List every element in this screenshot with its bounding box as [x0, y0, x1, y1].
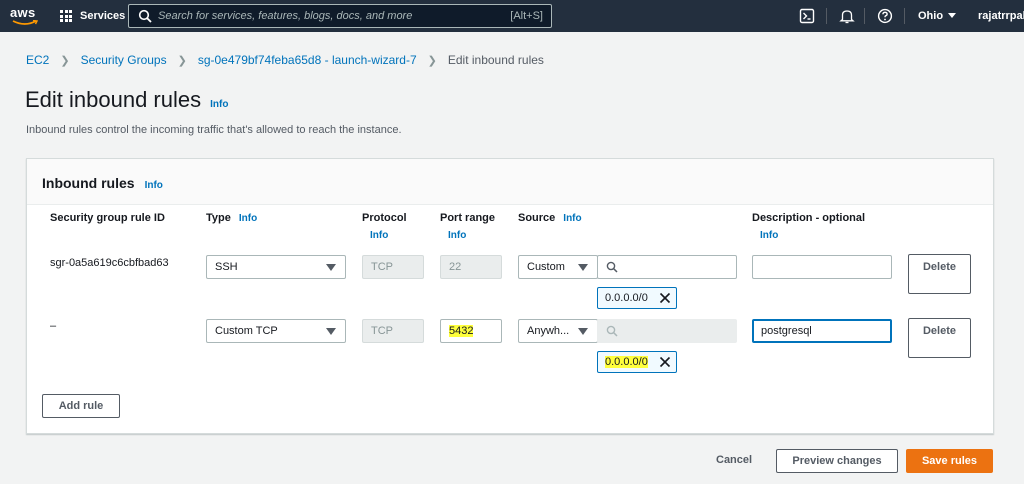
caret-down-icon	[578, 328, 588, 335]
page-title: Edit inbound rules	[25, 87, 202, 112]
chevron-right-icon: ❯	[60, 54, 70, 67]
cidr-token: 0.0.0.0/0	[597, 287, 677, 309]
port-range-info-link[interactable]: Info	[448, 230, 495, 241]
column-header-description-label: Description - optional	[752, 212, 866, 224]
cidr-search-input	[597, 319, 737, 343]
cidr-token-value: 0.0.0.0/0	[605, 356, 648, 368]
remove-token-icon[interactable]	[659, 292, 671, 304]
column-header-protocol-label: Protocol	[362, 212, 407, 224]
source-type-value: Anywh...	[527, 325, 570, 337]
aws-smile-icon	[12, 20, 38, 25]
preview-changes-button[interactable]: Preview changes	[776, 449, 898, 473]
source-type-select[interactable]: Anywh...	[518, 319, 598, 343]
type-select-value: Custom TCP	[215, 325, 278, 337]
source-type-select[interactable]: Custom	[518, 255, 598, 279]
panel-header: Inbound rules Info	[27, 159, 993, 205]
cloudshell-icon[interactable]	[799, 8, 815, 24]
cidr-token-value: 0.0.0.0/0	[605, 292, 648, 304]
column-header-source-label: Source	[518, 212, 556, 224]
breadcrumb-security-group[interactable]: sg-0e479bf74feba65d8 - launch-wizard-7	[198, 53, 417, 67]
chevron-right-icon: ❯	[177, 54, 187, 67]
breadcrumb-ec2[interactable]: EC2	[26, 53, 49, 67]
global-search-box[interactable]: [Alt+S]	[128, 4, 552, 28]
port-range-value: 22	[449, 261, 462, 273]
page-info-link[interactable]: Info	[210, 99, 228, 110]
caret-down-icon	[326, 264, 336, 271]
description-input[interactable]	[752, 255, 892, 279]
cancel-button[interactable]: Cancel	[716, 454, 752, 466]
port-range-input[interactable]: 5432	[440, 319, 502, 343]
remove-token-icon[interactable]	[659, 356, 671, 368]
description-info-link[interactable]: Info	[760, 230, 865, 241]
breadcrumb: EC2 ❯ Security Groups ❯ sg-0e479bf74feba…	[26, 53, 544, 67]
global-search-input[interactable]	[152, 5, 511, 27]
port-range-value: 5432	[449, 325, 474, 337]
aws-logo-text: aws	[10, 5, 36, 20]
delete-rule-button[interactable]: Delete	[908, 254, 971, 294]
type-select[interactable]: SSH	[206, 255, 346, 279]
inbound-rules-panel: Inbound rules Info Security group rule I…	[26, 158, 994, 434]
grid-menu-icon	[60, 10, 72, 22]
cidr-search-input[interactable]	[597, 255, 737, 279]
type-select[interactable]: Custom TCP	[206, 319, 346, 343]
account-menu[interactable]: rajatrrpala	[978, 0, 1024, 32]
services-menu-button[interactable]: Services	[60, 0, 125, 32]
search-icon	[606, 325, 618, 337]
description-input[interactable]: postgresql	[752, 319, 892, 343]
column-header-rule-id: Security group rule ID	[50, 212, 165, 224]
nav-separator	[904, 8, 905, 24]
services-label: Services	[80, 10, 126, 22]
search-shortcut-hint: [Alt+S]	[510, 10, 543, 22]
panel-title: Inbound rules	[42, 175, 135, 191]
caret-down-icon	[948, 13, 957, 18]
save-rules-button[interactable]: Save rules	[906, 449, 993, 473]
rule-id: sgr-0a5a619c6cbfbad63	[50, 257, 169, 269]
page-title-row: Edit inbound rules Info	[25, 87, 228, 113]
aws-logo[interactable]: aws	[10, 5, 44, 27]
search-icon	[138, 9, 152, 23]
account-name: rajatrrpala	[978, 10, 1024, 22]
top-navigation: aws Services [Alt+S] Ohio	[0, 0, 1024, 32]
column-header-type: Type Info	[206, 212, 257, 224]
protocol-value: TCP	[371, 261, 393, 273]
nav-separator	[826, 8, 827, 24]
region-label: Ohio	[918, 10, 944, 22]
column-header-rule-id-label: Security group rule ID	[50, 212, 165, 224]
type-info-link[interactable]: Info	[239, 213, 257, 224]
protocol-info-link[interactable]: Info	[370, 230, 407, 241]
page-description: Inbound rules control the incoming traff…	[26, 124, 402, 136]
notifications-bell-icon[interactable]	[839, 8, 855, 24]
breadcrumb-current: Edit inbound rules	[447, 53, 544, 67]
port-range-field: 22	[440, 255, 502, 279]
caret-down-icon	[326, 328, 336, 335]
column-header-type-label: Type	[206, 212, 231, 224]
source-info-link[interactable]: Info	[563, 213, 581, 224]
nav-separator	[864, 8, 865, 24]
add-rule-button[interactable]: Add rule	[42, 394, 120, 418]
column-header-port-range-label: Port range	[440, 212, 496, 224]
cidr-token: 0.0.0.0/0	[597, 351, 677, 373]
description-value: postgresql	[761, 325, 812, 337]
panel-info-link[interactable]: Info	[145, 180, 163, 191]
column-header-protocol: Protocol Info	[362, 212, 407, 241]
region-selector[interactable]: Ohio	[918, 0, 957, 32]
chevron-right-icon: ❯	[427, 54, 437, 67]
caret-down-icon	[578, 264, 588, 271]
type-select-value: SSH	[215, 261, 238, 273]
protocol-field: TCP	[362, 319, 424, 343]
protocol-field: TCP	[362, 255, 424, 279]
column-header-source: Source Info	[518, 212, 582, 224]
rule-id: –	[50, 320, 57, 332]
source-type-value: Custom	[527, 261, 565, 273]
search-icon	[606, 261, 618, 273]
breadcrumb-security-groups[interactable]: Security Groups	[81, 53, 167, 67]
protocol-value: TCP	[371, 325, 393, 337]
column-header-description: Description - optional Info	[752, 212, 865, 241]
column-header-port-range: Port range Info	[440, 212, 495, 241]
help-icon[interactable]	[877, 8, 893, 24]
delete-rule-button[interactable]: Delete	[908, 318, 971, 358]
